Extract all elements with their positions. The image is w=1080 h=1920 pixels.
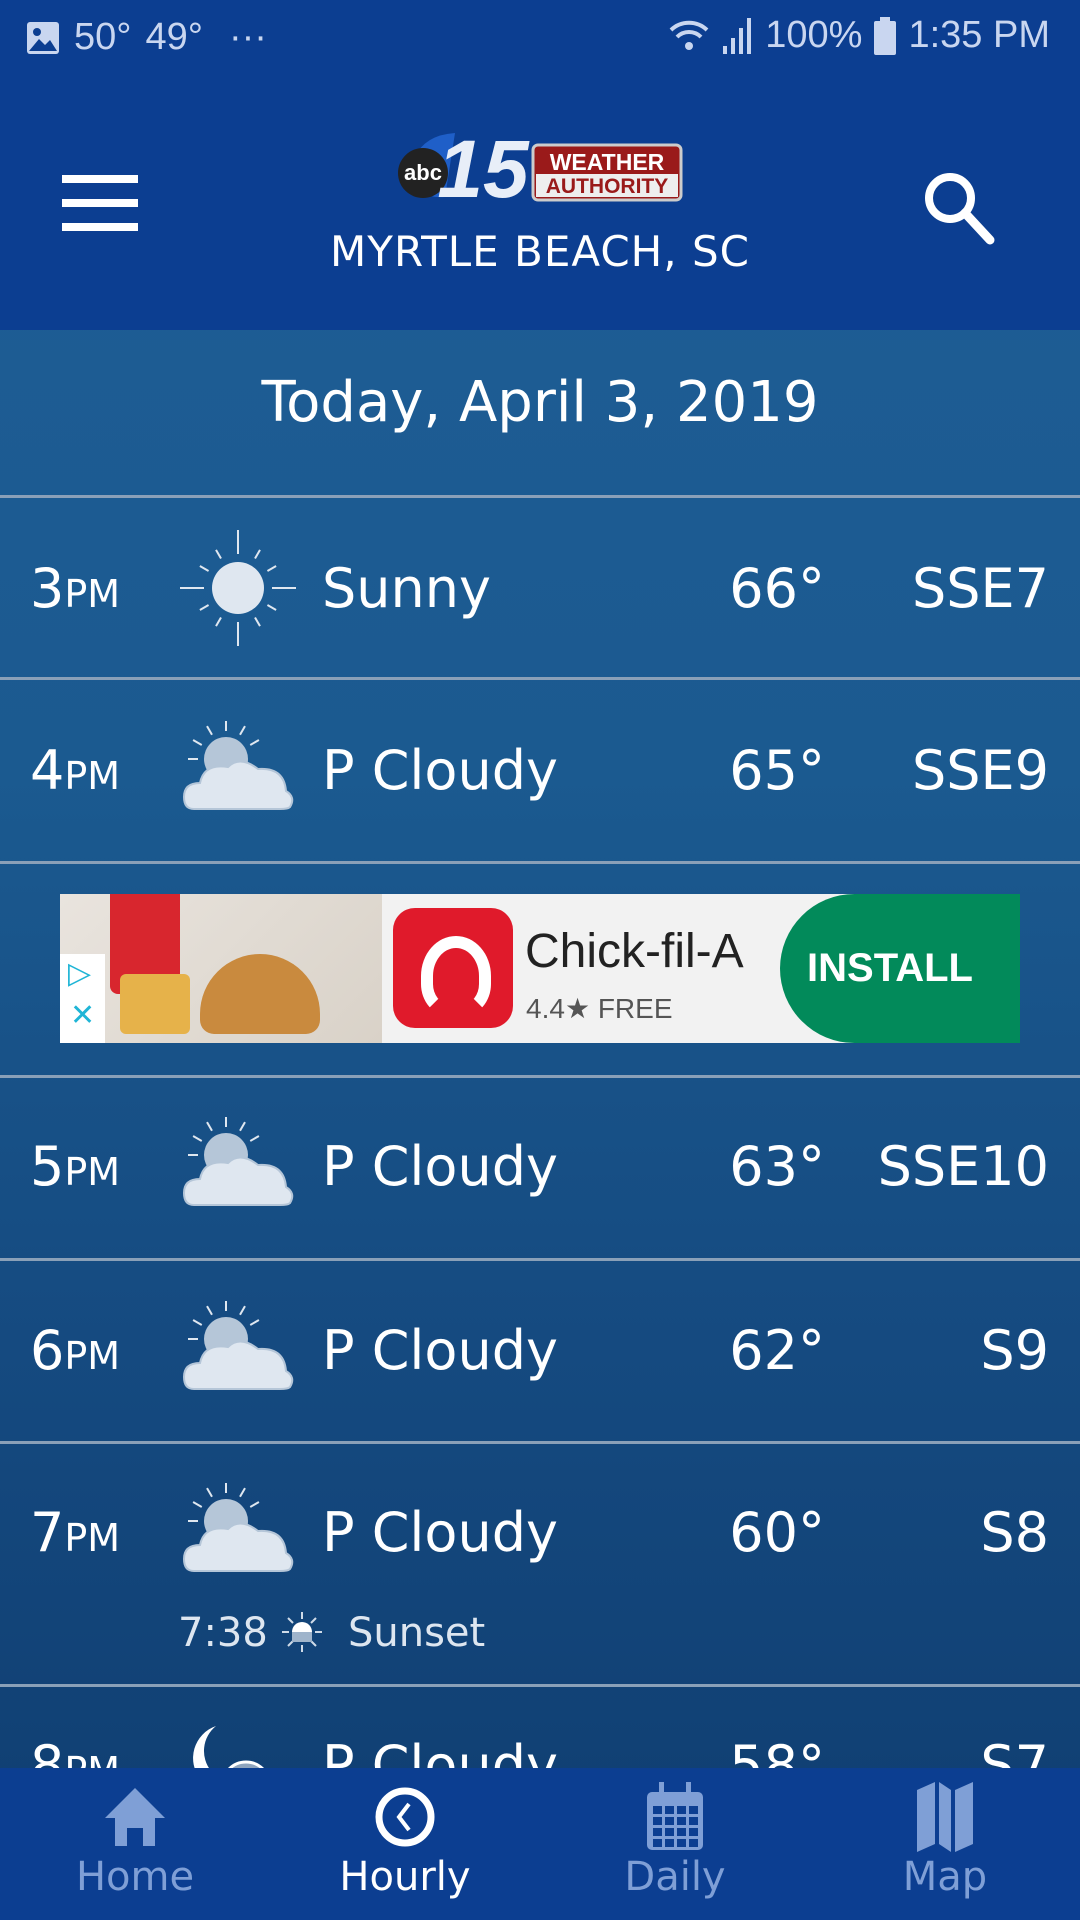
hourly-row[interactable]: 6PM P Cloudy 62° S9 [0,1301,1080,1395]
battery-percent: 100% [765,14,863,56]
ad-banner[interactable]: ▷ ✕ Chick-fil-A 4.4★ FREE INSTALL [60,894,1020,1043]
location-name[interactable]: MYRTLE BEACH, SC [0,227,1080,276]
bottom-nav: Home Hourly Daily Map [0,1768,1080,1920]
calendar-icon [647,1782,703,1850]
clock: 1:35 PM [908,14,1050,56]
wind: SSE7 [911,557,1049,620]
status-temp: 50° [74,16,132,58]
condition: P Cloudy [322,739,558,802]
hourly-row[interactable]: 7PM P Cloudy 60° S8 [0,1483,1080,1577]
nav-map[interactable]: Map [845,1768,1045,1920]
hour-number: 5 [30,1135,65,1198]
map-icon [917,1782,973,1852]
hour-ampm: PM [64,1334,121,1378]
hour: 5PM [30,1135,120,1198]
nav-home[interactable]: Home [35,1768,235,1920]
divider [0,1075,1080,1078]
install-button[interactable]: INSTALL [780,894,1020,1043]
install-label: INSTALL [807,946,973,990]
wind: SSE10 [877,1135,1049,1198]
partly-cloudy-icon [182,1117,294,1206]
sunset-info: 7:38 Sunset [0,1602,1080,1662]
ad-price: FREE [597,993,673,1024]
signal-icon [723,17,752,54]
hour: 4PM [30,739,120,802]
wifi-icon [669,20,709,50]
partly-cloudy-icon [182,721,294,810]
nav-daily[interactable]: Daily [575,1768,775,1920]
hourly-row[interactable]: 5PM P Cloudy 63° SSE10 [0,1117,1080,1211]
sunset-time: 7:38 [178,1610,268,1656]
hour: 7PM [30,1501,120,1564]
temperature: 66° [729,557,825,620]
hour: 6PM [30,1319,120,1382]
temperature: 63° [729,1135,825,1198]
hour-number: 6 [30,1319,65,1382]
wind: S8 [980,1501,1049,1564]
battery-icon [874,16,897,55]
wind: S9 [980,1319,1049,1382]
divider [0,1258,1080,1261]
clock-icon [375,1787,435,1847]
partly-cloudy-icon [182,1483,294,1572]
sunny-icon [180,530,296,646]
station-logo: abc 15 WEATHER AUTHORITY [395,124,685,215]
adchoices[interactable]: ▷ ✕ [60,954,105,1043]
hourly-row[interactable]: 4PM P Cloudy 65° SSE9 [0,721,1080,815]
hour-ampm: PM [64,572,121,616]
partly-cloudy-icon [182,1301,294,1390]
svg-text:abc: abc [404,160,442,185]
status-bar: 50° 49° ··· 100% 1:35 PM [0,0,1080,75]
divider [0,861,1080,864]
divider [0,1684,1080,1687]
wind: SSE9 [911,739,1049,802]
status-temp: 49° [145,16,203,58]
forecast-date: Today, April 3, 2019 [261,370,819,435]
sunset-icon [282,1612,322,1652]
hour-ampm: PM [64,754,121,798]
divider [0,1441,1080,1444]
more-notifications-icon: ··· [228,16,267,58]
nav-label: Hourly [339,1854,471,1900]
temperature: 65° [729,739,825,802]
menu-button[interactable] [62,175,138,231]
hour-number: 4 [30,739,65,802]
search-icon[interactable] [920,168,1000,248]
close-ad-icon[interactable]: ✕ [70,998,95,1033]
divider [0,677,1080,680]
condition: P Cloudy [322,1501,558,1564]
adchoices-icon[interactable]: ▷ [68,956,91,991]
hour-number: 7 [30,1501,65,1564]
ad-rating: 4.4 [526,993,565,1024]
hour-number: 3 [30,557,65,620]
gallery-icon [27,21,59,54]
divider [0,495,1080,498]
sunset-label: Sunset [348,1610,486,1656]
hour-ampm: PM [64,1150,121,1194]
condition: Sunny [322,557,491,620]
app-header: abc 15 WEATHER AUTHORITY MYRTLE BEACH, S… [0,75,1080,330]
temperature: 60° [729,1501,825,1564]
ad-food-image [60,894,382,1043]
nav-label: Daily [624,1854,726,1900]
nav-hourly[interactable]: Hourly [305,1768,505,1920]
temperature: 62° [729,1319,825,1382]
home-icon [105,1788,165,1846]
hourly-row[interactable]: 3PM Sunny 66° SSE7 [0,530,1080,646]
svg-text:15: 15 [437,127,530,207]
hour-ampm: PM [64,1516,121,1560]
ad-brand: Chick-fil-A [525,925,744,978]
svg-text:WEATHER: WEATHER [550,149,665,175]
svg-text:AUTHORITY: AUTHORITY [546,175,669,198]
nav-label: Home [75,1854,195,1900]
hour: 3PM [30,557,120,620]
condition: P Cloudy [322,1135,558,1198]
nav-label: Map [902,1854,988,1900]
chick-fil-a-logo [393,908,513,1028]
condition: P Cloudy [322,1319,558,1382]
star-icon: ★ [564,993,591,1024]
